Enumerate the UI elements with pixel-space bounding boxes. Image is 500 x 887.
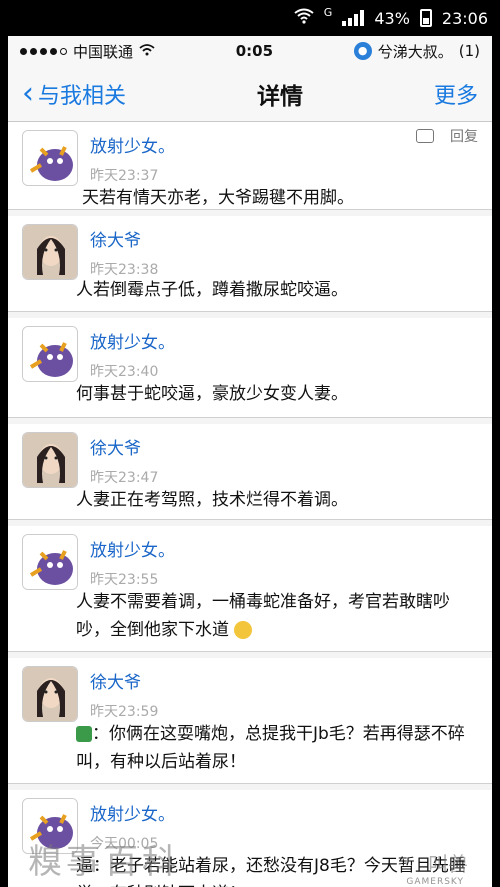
author-name[interactable]: 放射少女。 xyxy=(90,800,175,825)
avatar[interactable] xyxy=(22,534,78,590)
watermark-brand: GAMERSKY xyxy=(406,877,464,887)
wifi-icon xyxy=(139,42,155,60)
qq-icon: ● xyxy=(353,42,372,60)
notification-count: (1) xyxy=(458,42,480,60)
author-name[interactable]: 放射少女。 xyxy=(90,536,175,561)
monster-avatar-icon xyxy=(23,131,77,185)
signal-dots-icon xyxy=(20,47,67,55)
ios-status-bar: 中国联通 0:05 ● 兮涕大叔。 (1) xyxy=(8,36,492,66)
comment-icon[interactable] xyxy=(416,129,434,143)
comment-feed: 回复 放射少女。 昨天23:37 天若有情天亦老，大爷踢毽不用脚。 徐大爷 昨天… xyxy=(8,122,492,887)
watermark-left: 糗事百科 xyxy=(28,842,180,882)
comment-text: 人妻正在考驾照，技术烂得不着调。 xyxy=(76,490,348,510)
smile-emoji-icon xyxy=(234,621,253,639)
android-status-bar: G 43% 23:06 xyxy=(0,0,500,36)
comment-text: 人妻不需要着调，一桶毒蛇准备好，考官若敢瞎吵吵，全倒他家下水道 xyxy=(22,586,478,654)
avatar[interactable] xyxy=(22,666,78,722)
author-name[interactable]: 放射少女。 xyxy=(90,328,175,353)
android-time: 23:06 xyxy=(441,8,488,28)
account-name: 兮涕大叔。 xyxy=(377,42,453,61)
phone-screen: 中国联通 0:05 ● 兮涕大叔。 (1) ‹ 与我相关 详情 更多 回复 放射… xyxy=(8,36,492,887)
post-time: 昨天23:47 xyxy=(90,470,159,486)
comment-card: 放射少女。 昨天23:40 何事甚于蛇咬逼，豪放少女变人妻。 xyxy=(8,318,492,418)
comment-text: ：你俩在这耍嘴炮，总提我干Jb毛？若再得瑟不碎叫，有种以后站着尿！ xyxy=(22,718,478,786)
reply-button[interactable]: 回复 xyxy=(450,126,478,146)
comment-card: 徐大爷 昨天23:47 人妻正在考驾照，技术烂得不着调。 xyxy=(8,424,492,520)
monster-avatar-icon xyxy=(23,327,77,381)
woman-avatar-icon xyxy=(23,225,77,279)
comment-card: 徐大爷 昨天23:59 ：你俩在这耍嘴炮，总提我干Jb毛？若再得瑟不碎叫，有种以… xyxy=(8,658,492,784)
woman-avatar-icon xyxy=(23,433,77,487)
author-name[interactable]: 徐大爷 xyxy=(90,434,158,459)
back-button[interactable]: ‹ 与我相关 xyxy=(22,78,126,110)
comment-text-body: 人妻不需要着调，一桶毒蛇准备好，考官若敢瞎吵吵，全倒他家下水道 xyxy=(76,592,450,640)
watermark-right: 叫兽 xyxy=(428,852,468,876)
ios-time: 0:05 xyxy=(235,42,274,60)
comment-card: 放射少女。 昨天23:55 人妻不需要着调，一桶毒蛇准备好，考官若敢瞎吵吵，全倒… xyxy=(8,526,492,652)
page-title: 详情 xyxy=(257,83,303,110)
comment-text-body: ：你俩在这耍嘴炮，总提我干Jb毛？若再得瑟不碎叫，有种以后站着尿！ xyxy=(76,724,465,772)
comment-card: 回复 放射少女。 昨天23:37 天若有情天亦老，大爷踢毽不用脚。 xyxy=(8,122,492,210)
woman-avatar-icon xyxy=(23,667,77,721)
leaf-emoji-icon xyxy=(76,726,92,742)
author-name[interactable]: 徐大爷 xyxy=(90,226,158,251)
avatar[interactable] xyxy=(22,326,78,382)
comment-text: 人若倒霉点子低，蹲着撒尿蛇咬逼。 xyxy=(76,280,348,300)
post-time: 昨天23:40 xyxy=(90,364,159,380)
post-time: 昨天23:59 xyxy=(90,704,159,720)
post-time: 昨天23:37 xyxy=(90,168,159,184)
battery-icon xyxy=(419,9,432,27)
battery-percent: 43% xyxy=(374,8,410,28)
more-button[interactable]: 更多 xyxy=(434,78,478,110)
avatar[interactable] xyxy=(22,224,78,280)
post-time: 昨天23:55 xyxy=(90,572,159,588)
author-name[interactable]: 徐大爷 xyxy=(90,668,158,693)
chevron-left-icon: ‹ xyxy=(22,75,34,111)
avatar[interactable] xyxy=(22,432,78,488)
wifi-icon xyxy=(294,8,314,28)
comment-card: 徐大爷 昨天23:38 人若倒霉点子低，蹲着撒尿蛇咬逼。 xyxy=(8,216,492,312)
signal-icon xyxy=(342,10,365,26)
avatar[interactable] xyxy=(22,130,78,186)
monster-avatar-icon xyxy=(23,535,77,589)
carrier-name: 中国联通 xyxy=(73,42,134,61)
network-type: G xyxy=(323,6,333,19)
comment-text: 何事甚于蛇咬逼，豪放少女变人妻。 xyxy=(76,384,348,404)
author-name[interactable]: 放射少女。 xyxy=(90,132,175,157)
nav-bar: ‹ 与我相关 详情 更多 xyxy=(8,66,492,122)
back-label: 与我相关 xyxy=(38,83,127,109)
